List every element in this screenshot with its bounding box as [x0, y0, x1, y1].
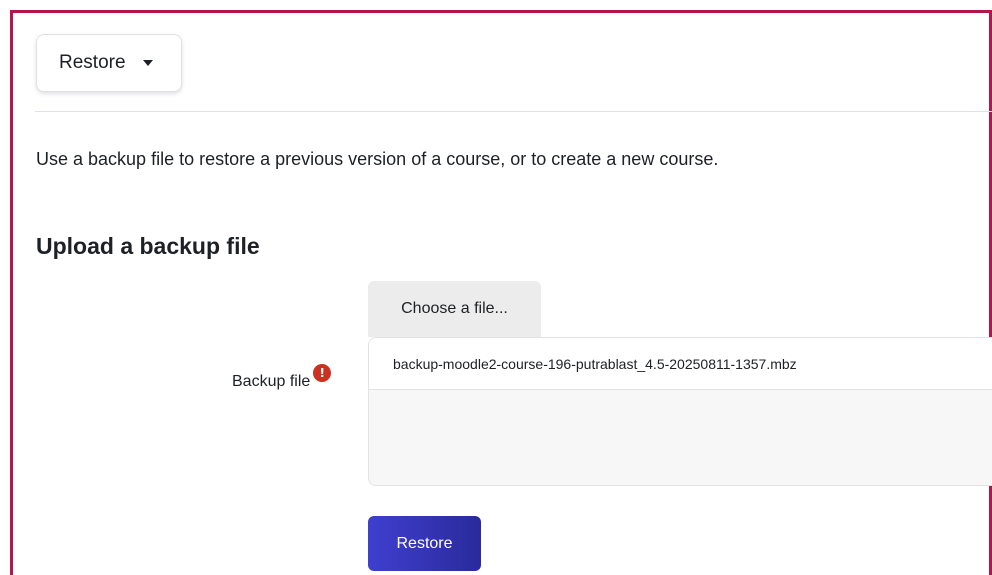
file-picker-dropzone[interactable]: backup-moodle2-course-196-putrablast_4.5… [368, 337, 992, 486]
upload-heading: Upload a backup file [36, 233, 260, 259]
file-list-item[interactable]: backup-moodle2-course-196-putrablast_4.5… [369, 338, 992, 390]
backup-file-label-text: Backup file [232, 373, 311, 390]
caret-down-icon [142, 60, 153, 66]
divider [35, 111, 992, 112]
restore-dropdown-label: Restore [59, 52, 126, 73]
page-frame: Restore Use a backup file to restore a p… [10, 10, 992, 575]
intro-text: Use a backup file to restore a previous … [36, 149, 719, 169]
restore-dropdown[interactable]: Restore [36, 34, 182, 92]
restore-submit-button[interactable]: Restore [368, 516, 481, 571]
backup-file-label: Backup file ! [232, 364, 332, 391]
choose-file-button[interactable]: Choose a file... [368, 281, 541, 337]
required-icon: ! [313, 364, 332, 382]
